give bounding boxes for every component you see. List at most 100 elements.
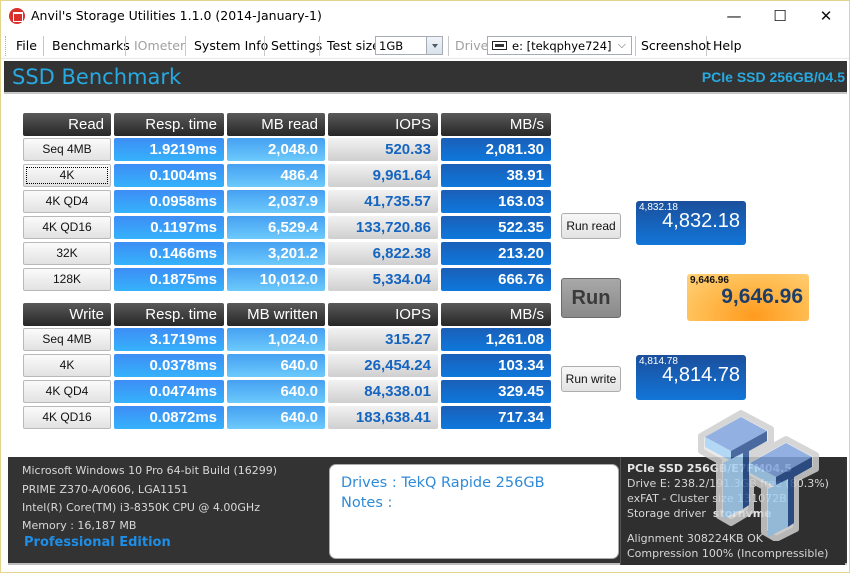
window-title: Anvil's Storage Utilities 1.1.0 (2014-Ja… [31, 8, 322, 23]
menu-system-info[interactable]: System Info [194, 38, 268, 53]
test-row-button[interactable]: 4K QD4 [23, 380, 111, 403]
app-window: Anvil's Storage Utilities 1.1.0 (2014-Ja… [0, 0, 850, 573]
mbs-value: 2,081.30 [441, 138, 551, 161]
run-read-button[interactable]: Run read [561, 213, 621, 239]
maximize-button[interactable]: ☐ [757, 1, 803, 31]
col-header-iops: IOPS [328, 303, 438, 326]
resp-time-value: 0.1875ms [114, 268, 224, 291]
close-button[interactable]: ✕ [803, 1, 849, 31]
test-row-button[interactable]: 4K [23, 354, 111, 377]
notes-box[interactable]: Drives : TekQ Rapide 256GB Notes : [329, 464, 619, 559]
notes-label: Notes : [341, 495, 393, 511]
test-row-button[interactable]: Seq 4MB [23, 138, 111, 161]
drive-icon [492, 41, 507, 50]
col-header-mb-written: MB written [227, 303, 325, 326]
resp-time-value: 0.0872ms [114, 406, 224, 429]
test-row-button[interactable]: 4K QD4 [23, 190, 111, 213]
test-row-button[interactable]: 32K [23, 242, 111, 265]
test-size-value: 1GB [379, 39, 404, 53]
mb-value: 2,048.0 [227, 138, 325, 161]
resp-time-value: 0.0474ms [114, 380, 224, 403]
col-header-iops: IOPS [328, 113, 438, 136]
page-title: SSD Benchmark [12, 65, 182, 89]
menu-benchmarks[interactable]: Benchmarks [52, 38, 130, 53]
menu-separator [448, 36, 449, 56]
chevron-down-icon[interactable]: ⌵ [618, 39, 626, 52]
menu-separator [185, 36, 186, 56]
test-row-button[interactable]: 4K QD16 [23, 216, 111, 239]
test-size-select[interactable]: 1GB [375, 36, 443, 55]
compression-info: Compression 100% (Incompressible) [627, 547, 829, 560]
menu-help[interactable]: Help [713, 38, 742, 53]
run-write-button[interactable]: Run write [561, 366, 621, 392]
test-size-label: Test size [327, 38, 380, 53]
mbs-value: 522.35 [441, 216, 551, 239]
mb-value: 1,024.0 [227, 328, 325, 351]
test-row-button[interactable]: 4K [23, 164, 111, 187]
iops-value: 520.33 [328, 138, 438, 161]
menu-separator [43, 36, 44, 56]
notes-drives: Drives : TekQ Rapide 256GB [341, 475, 545, 491]
col-header-mb-read: MB read [227, 113, 325, 136]
test-row-button[interactable]: Seq 4MB [23, 328, 111, 351]
iops-value: 26,454.24 [328, 354, 438, 377]
col-header-mbs: MB/s [441, 303, 551, 326]
minimize-button[interactable]: — [711, 1, 757, 31]
benchmark-header: SSD Benchmark PCIe SSD 256GB/04.5 [4, 61, 847, 94]
drive-value: e: [tekqphye724] [512, 39, 612, 53]
title-bar: Anvil's Storage Utilities 1.1.0 (2014-Ja… [1, 1, 849, 31]
read-score: 4,832.18 [662, 210, 740, 232]
col-header-resp-time: Resp. time [114, 113, 224, 136]
total-score: 9,646.96 [721, 285, 803, 308]
write-score: 4,814.78 [662, 364, 740, 386]
resp-time-value: 1.9219ms [114, 138, 224, 161]
test-row-button[interactable]: 4K QD16 [23, 406, 111, 429]
resp-time-value: 0.0958ms [114, 190, 224, 213]
mbs-value: 1,261.08 [441, 328, 551, 351]
cpu-info: Intel(R) Core(TM) i3-8350K CPU @ 4.00GHz [22, 501, 260, 514]
iops-value: 84,338.01 [328, 380, 438, 403]
col-header-read: Read [23, 113, 111, 136]
iops-value: 41,735.57 [328, 190, 438, 213]
iops-value: 315.27 [328, 328, 438, 351]
resp-time-value: 3.1719ms [114, 328, 224, 351]
write-score-box: 4,814.78 4,814.78 [636, 355, 746, 400]
menu-iometer: IOmeter [134, 38, 186, 53]
mbs-value: 329.45 [441, 380, 551, 403]
menu-screenshot[interactable]: Screenshot [641, 38, 711, 53]
toolbar-grip [5, 36, 6, 56]
iops-value: 6,822.38 [328, 242, 438, 265]
memory-info: Memory : 16,187 MB [22, 519, 137, 532]
mbs-value: 38.91 [441, 164, 551, 187]
tt-watermark-logo-icon [698, 410, 819, 541]
resp-time-value: 0.1004ms [114, 164, 224, 187]
read-score-box: 4,832.18 4,832.18 [636, 201, 746, 245]
menu-file[interactable]: File [16, 38, 37, 53]
iops-value: 183,638.41 [328, 406, 438, 429]
iops-value: 133,720.86 [328, 216, 438, 239]
mb-value: 640.0 [227, 406, 325, 429]
total-score-box: 9,646.96 9,646.96 [687, 274, 809, 321]
mb-value: 10,012.0 [227, 268, 325, 291]
mbs-value: 666.76 [441, 268, 551, 291]
mbs-value: 213.20 [441, 242, 551, 265]
board-info: PRIME Z370-A/0606, LGA1151 [22, 483, 189, 496]
run-button[interactable]: Run [561, 278, 621, 318]
app-anvil-icon [9, 8, 25, 24]
iops-value: 9,961.64 [328, 164, 438, 187]
test-row-button[interactable]: 128K [23, 268, 111, 291]
edition-label: Professional Edition [24, 535, 171, 550]
menu-separator [125, 36, 126, 56]
drive-select[interactable]: e: [tekqphye724] ⌵ [487, 36, 632, 55]
resp-time-value: 0.1466ms [114, 242, 224, 265]
mbs-value: 103.34 [441, 354, 551, 377]
mb-value: 2,037.9 [227, 190, 325, 213]
dropdown-arrow-icon[interactable] [426, 37, 442, 54]
drive-model-label: PCIe SSD 256GB/04.5 [701, 69, 845, 85]
menu-separator [635, 36, 636, 56]
resp-time-value: 0.1197ms [114, 216, 224, 239]
mb-value: 640.0 [227, 380, 325, 403]
menu-settings[interactable]: Settings [271, 38, 322, 53]
menu-separator [319, 36, 320, 56]
os-info: Microsoft Windows 10 Pro 64-bit Build (1… [22, 464, 278, 477]
